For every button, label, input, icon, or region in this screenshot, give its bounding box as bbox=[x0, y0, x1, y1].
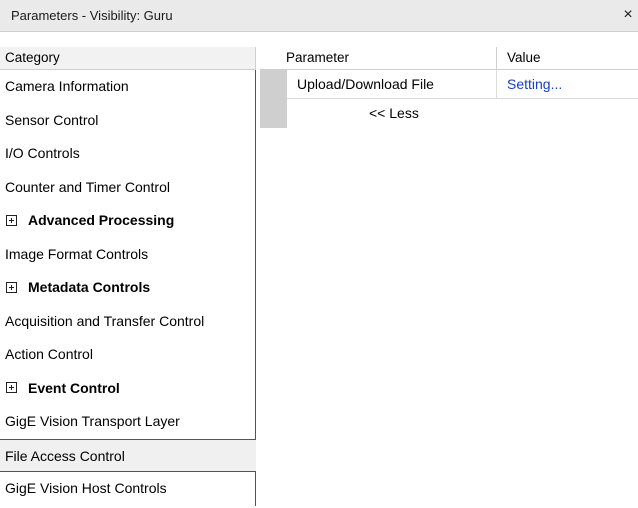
parameter-row[interactable]: Upload/Download File Setting... bbox=[287, 70, 638, 99]
category-item[interactable]: Event Control bbox=[0, 371, 256, 405]
parameter-column-header[interactable]: Parameter bbox=[260, 47, 497, 69]
category-column-header: Category bbox=[0, 47, 256, 70]
column-divider bbox=[496, 70, 497, 99]
category-item[interactable]: Image Format Controls bbox=[0, 237, 256, 271]
category-list: Camera Information Sensor Control I/O Cont… bbox=[0, 70, 256, 506]
category-item[interactable]: Acquisition and Transfer Control bbox=[0, 304, 256, 338]
category-item[interactable]: Counter and Timer Control bbox=[0, 170, 256, 204]
category-item[interactable]: Sensor Control bbox=[0, 103, 256, 137]
category-item[interactable]: File Access Control bbox=[0, 438, 256, 472]
window-title: Parameters - Visibility: Guru bbox=[11, 8, 173, 23]
category-label: File Access Control bbox=[5, 447, 125, 464]
parameter-value-link[interactable]: Setting... bbox=[507, 70, 562, 99]
expand-plus-icon[interactable] bbox=[6, 214, 17, 226]
category-label: I/O Controls bbox=[5, 145, 80, 161]
expand-plus-icon[interactable] bbox=[6, 382, 17, 394]
category-item[interactable]: Camera Information bbox=[0, 70, 256, 104]
category-item[interactable]: Action Control bbox=[0, 338, 256, 372]
parameter-grid: Upload/Download File Setting... << Less bbox=[260, 70, 638, 508]
category-label: GigE Vision Transport Layer bbox=[5, 413, 180, 429]
category-label: Counter and Timer Control bbox=[5, 178, 170, 195]
category-item[interactable]: Advanced Processing bbox=[0, 204, 256, 238]
category-label: Sensor Control bbox=[5, 111, 99, 128]
category-label: Acquisition and Transfer Control bbox=[5, 312, 205, 329]
category-item[interactable]: GigE Vision Host Controls bbox=[0, 472, 256, 506]
category-label: Image Format Controls bbox=[5, 245, 149, 262]
parameters-window: Parameters - Visibility: Guru × Category… bbox=[0, 0, 638, 508]
expand-plus-icon[interactable] bbox=[6, 281, 17, 293]
parameter-name: Upload/Download File bbox=[297, 76, 434, 92]
category-item[interactable]: Metadata Controls bbox=[0, 271, 256, 305]
category-item[interactable]: I/O Controls bbox=[0, 137, 256, 171]
parameter-grid-header: Parameter Value bbox=[260, 47, 638, 70]
category-label: GigE Vision Host Controls bbox=[5, 480, 167, 496]
category-label: Action Control bbox=[5, 346, 93, 362]
title-bar: Parameters - Visibility: Guru × bbox=[0, 0, 638, 32]
category-label: Advanced Processing bbox=[28, 212, 175, 228]
category-label: Camera Information bbox=[5, 78, 129, 94]
row-header-gutter bbox=[260, 70, 287, 128]
value-column-header[interactable]: Value bbox=[497, 47, 638, 69]
category-label: Metadata Controls bbox=[28, 279, 151, 295]
close-icon[interactable]: × bbox=[618, 2, 638, 28]
less-button[interactable]: << Less bbox=[369, 99, 419, 128]
category-item[interactable]: GigE Vision Transport Layer bbox=[0, 405, 256, 439]
category-label: Event Control bbox=[28, 379, 120, 396]
